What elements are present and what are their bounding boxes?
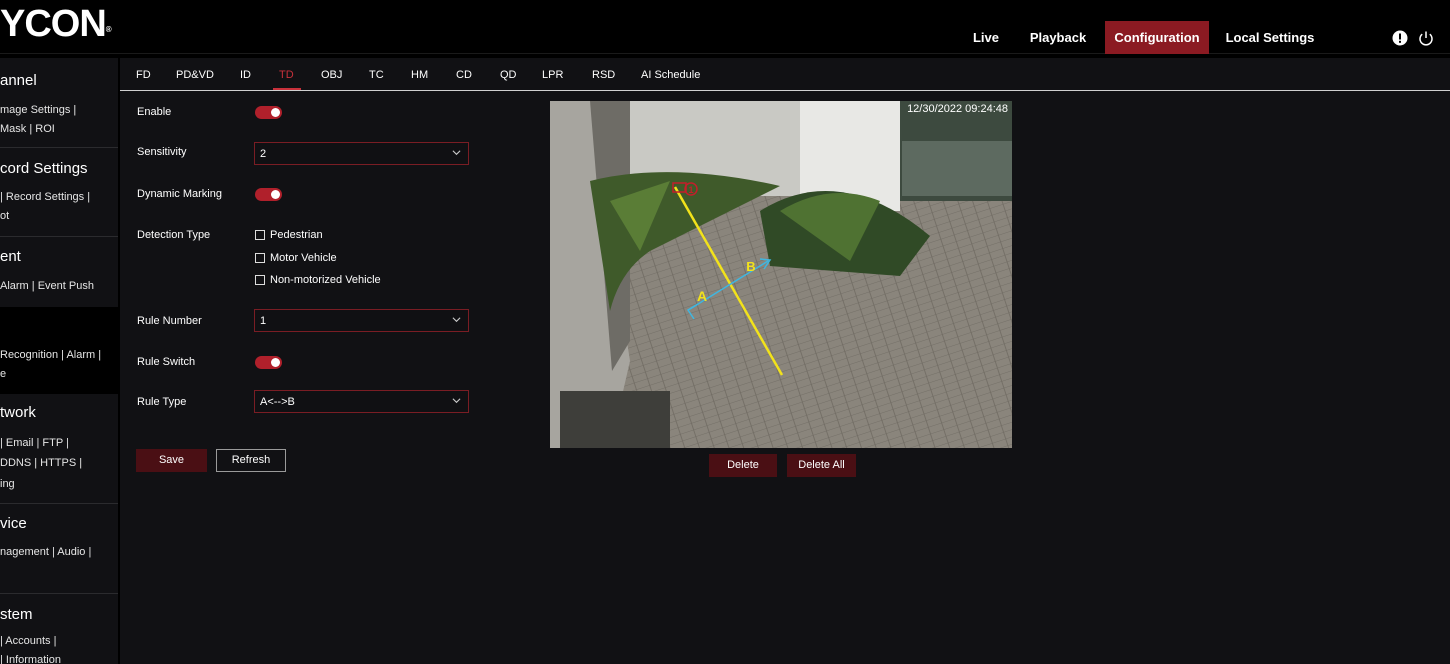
chevron-down-icon [452, 150, 461, 156]
checkbox-box [255, 275, 265, 285]
nav-configuration[interactable]: Configuration [1105, 21, 1209, 54]
sidebar-divider [0, 147, 118, 148]
sensitivity-select[interactable]: 2 [254, 142, 469, 165]
toggle-knob [271, 108, 280, 117]
chevron-down-icon [452, 398, 461, 404]
sidebar-link-network-more[interactable]: ing [0, 478, 15, 490]
info-icon[interactable] [1392, 30, 1408, 46]
sidebar-section-record[interactable]: cord Settings [0, 160, 88, 177]
rule-number-select[interactable]: 1 [254, 309, 469, 332]
active-tab-indicator [273, 88, 301, 90]
sidebar: annel mage Settings | Mask | ROI cord Se… [0, 58, 118, 664]
sidebar-link-management-audio[interactable]: nagement | Audio | [0, 546, 91, 558]
nav-live[interactable]: Live [963, 21, 1009, 54]
sidebar-divider [0, 503, 118, 504]
sidebar-section-device[interactable]: vice [0, 515, 27, 532]
delete-button[interactable]: Delete [709, 454, 777, 477]
sidebar-link-ddns-https[interactable]: DDNS | HTTPS | [0, 457, 82, 469]
rule-switch-label: Rule Switch [137, 356, 196, 368]
tab-bar: FD PD&VD ID TD OBJ TC HM CD QD LPR RSD A… [120, 58, 1450, 91]
sidebar-link-schedule[interactable]: e [0, 368, 6, 380]
chevron-down-icon [452, 317, 461, 323]
camera-preview[interactable]: 1 A B 12/30/2022 09:24:48 [550, 101, 1012, 448]
enable-toggle[interactable] [255, 106, 282, 119]
tab-ai-schedule[interactable]: AI Schedule [641, 69, 700, 81]
tab-td[interactable]: TD [279, 69, 294, 81]
tab-obj[interactable]: OBJ [321, 69, 342, 81]
save-button[interactable]: Save [136, 449, 207, 472]
sidebar-section-event[interactable]: ent [0, 248, 21, 265]
sidebar-link-mask-roi[interactable]: Mask | ROI [0, 123, 55, 135]
sidebar-section-channel[interactable]: annel [0, 72, 37, 89]
rule-type-value: A<-->B [260, 396, 295, 408]
main-content: FD PD&VD ID TD OBJ TC HM CD QD LPR RSD A… [120, 58, 1450, 664]
sidebar-link-information[interactable]: | Information [0, 654, 61, 664]
rule-switch-toggle[interactable] [255, 356, 282, 369]
marker-b: B [746, 259, 755, 274]
pedestrian-label: Pedestrian [270, 229, 323, 241]
camera-scene: 1 A B [550, 101, 1012, 448]
sidebar-link-image-settings[interactable]: mage Settings | [0, 104, 76, 116]
tab-rsd[interactable]: RSD [592, 69, 615, 81]
brand-logo: YCON® [0, 3, 112, 45]
sidebar-section-system[interactable]: stem [0, 606, 33, 623]
tab-qd[interactable]: QD [500, 69, 517, 81]
rule-type-select[interactable]: A<-->B [254, 390, 469, 413]
tab-cd[interactable]: CD [456, 69, 472, 81]
toggle-knob [271, 358, 280, 367]
delete-all-button[interactable]: Delete All [787, 454, 856, 477]
rule-number-value: 1 [260, 315, 267, 327]
sidebar-link-record-settings[interactable]: | Record Settings | [0, 191, 90, 203]
motor-vehicle-label: Motor Vehicle [270, 252, 337, 264]
top-header: YCON® Live Playback Configuration Local … [0, 0, 1450, 54]
dynamic-marking-toggle[interactable] [255, 188, 282, 201]
sidebar-link-email-ftp[interactable]: | Email | FTP | [0, 437, 69, 449]
enable-label: Enable [137, 106, 172, 118]
nav-local-settings[interactable]: Local Settings [1222, 21, 1318, 54]
toggle-knob [271, 190, 280, 199]
sidebar-divider [0, 593, 118, 594]
rule-type-label: Rule Type [137, 396, 187, 408]
tab-id[interactable]: ID [240, 69, 251, 81]
sidebar-link-accounts[interactable]: | Accounts | [0, 635, 56, 647]
sidebar-section-network[interactable]: twork [0, 404, 36, 421]
dynamic-marking-label: Dynamic Marking [137, 188, 222, 200]
checkbox-box [255, 230, 265, 240]
tab-pdvd[interactable]: PD&VD [176, 69, 214, 81]
power-icon[interactable] [1418, 30, 1434, 46]
marker-a: A [697, 288, 707, 304]
tab-tc[interactable]: TC [369, 69, 384, 81]
refresh-button[interactable]: Refresh [216, 449, 286, 472]
tab-lpr[interactable]: LPR [542, 69, 563, 81]
rule-marker: 1 [688, 185, 693, 195]
tab-hm[interactable]: HM [411, 69, 428, 81]
video-timestamp: 12/30/2022 09:24:48 [907, 103, 1008, 115]
non-motorized-vehicle-label: Non-motorized Vehicle [270, 274, 381, 286]
sidebar-link-alarm-event-push[interactable]: Alarm | Event Push [0, 280, 94, 292]
sidebar-divider [0, 236, 118, 237]
sidebar-link-recognition-alarm[interactable]: Recognition | Alarm | [0, 349, 101, 361]
checkbox-box [255, 253, 265, 263]
rule-number-label: Rule Number [137, 315, 202, 327]
sidebar-link-snapshot[interactable]: ot [0, 210, 9, 222]
sensitivity-label: Sensitivity [137, 146, 187, 158]
tab-fd[interactable]: FD [136, 69, 151, 81]
detection-type-label: Detection Type [137, 229, 211, 241]
sensitivity-value: 2 [260, 148, 267, 160]
nav-playback[interactable]: Playback [1024, 21, 1092, 54]
